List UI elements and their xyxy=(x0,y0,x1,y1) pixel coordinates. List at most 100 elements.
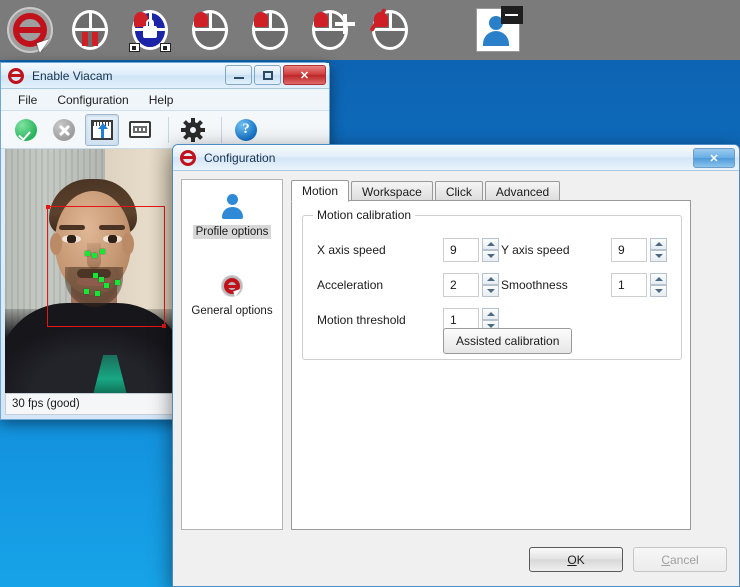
tab-advanced[interactable]: Advanced xyxy=(485,181,560,201)
sidebar-item-label: General options xyxy=(188,304,275,318)
mouse-left-click-icon xyxy=(189,8,231,52)
feature-point xyxy=(115,280,120,285)
spin-down-icon[interactable] xyxy=(482,285,499,297)
dialog-close-button[interactable]: ✕ xyxy=(693,148,735,168)
toolbar-button-pause[interactable] xyxy=(60,0,120,60)
x-axis-speed-input[interactable]: 9 xyxy=(443,238,479,262)
close-button[interactable]: ✕ xyxy=(283,65,326,85)
cancel-button[interactable]: Cancel xyxy=(633,547,727,572)
ok-accel-letter: O xyxy=(567,553,576,567)
tab-motion[interactable]: Motion xyxy=(291,180,349,202)
toolbar-button-profile[interactable] xyxy=(468,0,528,60)
spin-up-icon[interactable] xyxy=(650,238,667,250)
configuration-titlebar[interactable]: Configuration ✕ xyxy=(173,145,739,171)
acceleration-input[interactable]: 2 xyxy=(443,273,479,297)
toolbar-separator xyxy=(168,117,169,143)
sidebar-item-general-options[interactable]: General options xyxy=(182,273,282,318)
spin-up-icon[interactable] xyxy=(650,273,667,285)
tab-workspace[interactable]: Workspace xyxy=(351,181,433,201)
spin-down-icon[interactable] xyxy=(650,250,667,262)
face-tracking-rect xyxy=(47,206,165,327)
mouse-drag-lock-icon xyxy=(129,8,171,52)
sidebar-item-label: Profile options xyxy=(193,225,272,239)
eviacam-logo-icon xyxy=(8,68,24,84)
feature-point xyxy=(84,289,89,294)
cancel-button-label: ancel xyxy=(670,553,699,567)
help-button[interactable]: ? xyxy=(229,114,263,146)
mouse-pause-icon xyxy=(69,8,111,52)
smoothness-stepper[interactable]: 1 xyxy=(611,273,667,297)
spin-down-icon[interactable] xyxy=(482,250,499,262)
acceleration-stepper[interactable]: 2 xyxy=(443,273,499,297)
window-controls: ✕ xyxy=(225,65,326,85)
feature-point xyxy=(93,273,98,278)
eviacam-logo-icon xyxy=(180,150,196,166)
click-toolbar xyxy=(0,0,740,60)
dialog-buttons: OK Cancel xyxy=(529,547,727,572)
toolbar-button-drag-lock[interactable] xyxy=(120,0,180,60)
feature-point xyxy=(85,251,90,256)
field-x-axis-speed: X axis speed 9 xyxy=(317,238,499,262)
assisted-calibration-button[interactable]: Assisted calibration xyxy=(443,328,572,354)
green-check-icon xyxy=(15,119,37,141)
tab-click[interactable]: Click xyxy=(435,181,483,201)
menubar: File Configuration Help xyxy=(1,89,329,111)
configuration-sidebar: Profile options General options xyxy=(181,179,283,530)
status-bar: 30 fps (good) xyxy=(5,393,177,415)
feature-point xyxy=(92,253,97,258)
feature-point xyxy=(100,249,105,254)
enable-button[interactable] xyxy=(9,114,43,146)
profile-card-icon xyxy=(476,8,520,52)
keyboard-icon xyxy=(129,121,151,138)
ok-button-label: K xyxy=(577,553,585,567)
question-mark-icon: ? xyxy=(235,119,257,141)
spin-up-icon[interactable] xyxy=(482,308,499,320)
person-icon xyxy=(219,194,245,220)
spin-down-icon[interactable] xyxy=(650,285,667,297)
field-acceleration: Acceleration 2 xyxy=(317,273,499,297)
eviacam-logo-icon xyxy=(7,7,53,53)
webcam-preview xyxy=(5,149,177,395)
eviacam-logo-icon xyxy=(219,273,245,299)
toolbar-button-logo[interactable] xyxy=(0,0,60,60)
y-axis-speed-stepper[interactable]: 9 xyxy=(611,238,667,262)
minimize-icon xyxy=(234,77,244,79)
feature-point xyxy=(95,291,100,296)
disable-button[interactable] xyxy=(47,114,81,146)
tabstrip: Motion Workspace Click Advanced xyxy=(291,179,562,201)
field-y-axis-speed: Y axis speed 9 xyxy=(501,238,667,262)
feature-point xyxy=(99,277,104,282)
gear-icon xyxy=(182,119,204,141)
spin-up-icon[interactable] xyxy=(482,238,499,250)
smoothness-input[interactable]: 1 xyxy=(611,273,647,297)
minimize-button[interactable] xyxy=(225,65,252,85)
menu-file[interactable]: File xyxy=(9,91,46,109)
grey-cross-icon xyxy=(53,119,75,141)
feature-point xyxy=(104,283,109,288)
configuration-dialog: Configuration ✕ Profile options General … xyxy=(172,144,740,587)
sidebar-item-profile-options[interactable]: Profile options xyxy=(182,194,282,239)
menu-help[interactable]: Help xyxy=(140,91,183,109)
toolbar-separator-2 xyxy=(221,117,222,143)
cancel-accel-letter: C xyxy=(661,553,670,567)
toolbar-button-middle-click[interactable] xyxy=(300,0,360,60)
y-axis-speed-input[interactable]: 9 xyxy=(611,238,647,262)
x-axis-speed-stepper[interactable]: 9 xyxy=(443,238,499,262)
settings-button[interactable] xyxy=(176,114,210,146)
mouse-no-click-icon xyxy=(369,8,411,52)
maximize-button[interactable] xyxy=(254,65,281,85)
toolbar-button-left-click[interactable] xyxy=(180,0,240,60)
onscreen-keyboard-button[interactable] xyxy=(123,114,157,146)
toolbar-button-right-click[interactable] xyxy=(240,0,300,60)
toggle-window-button[interactable] xyxy=(85,114,119,146)
ok-button[interactable]: OK xyxy=(529,547,623,572)
spin-up-icon[interactable] xyxy=(482,273,499,285)
menu-configuration[interactable]: Configuration xyxy=(48,91,137,109)
mouse-right-click-icon xyxy=(249,8,291,52)
field-smoothness: Smoothness 1 xyxy=(501,273,667,297)
motion-tab-panel: Motion calibration X axis speed 9 xyxy=(291,200,691,530)
toolbar-button-no-click[interactable] xyxy=(360,0,420,60)
maximize-icon xyxy=(263,71,273,80)
mouse-middle-click-icon xyxy=(309,8,351,52)
viacam-titlebar[interactable]: Enable Viacam ✕ xyxy=(1,63,329,89)
